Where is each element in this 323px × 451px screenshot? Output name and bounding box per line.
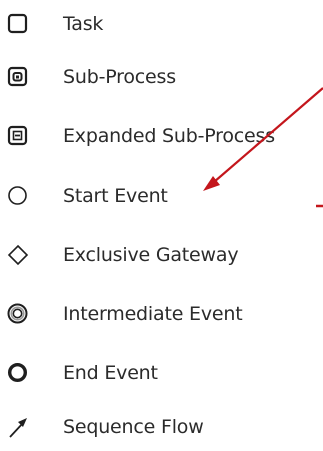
start-event-icon bbox=[4, 182, 32, 210]
menu-item-end-event[interactable]: End Event bbox=[0, 349, 323, 397]
exclusive-gateway-icon bbox=[4, 241, 32, 269]
menu-item-start-event[interactable]: Start Event bbox=[0, 172, 323, 220]
bpmn-element-menu: Task Sub-Process Expanded Sub-Process St… bbox=[0, 0, 323, 448]
menu-item-sub-process[interactable]: Sub-Process bbox=[0, 53, 323, 101]
task-icon bbox=[4, 10, 32, 38]
expanded-sub-process-icon bbox=[4, 122, 32, 150]
menu-item-label: Intermediate Event bbox=[63, 303, 243, 325]
menu-item-task[interactable]: Task bbox=[0, 0, 323, 48]
menu-item-intermediate-event[interactable]: Intermediate Event bbox=[0, 290, 323, 338]
end-event-icon bbox=[4, 359, 32, 387]
menu-item-label: Start Event bbox=[63, 185, 168, 207]
menu-item-label: Expanded Sub-Process bbox=[63, 125, 275, 147]
menu-item-label: Task bbox=[63, 13, 104, 35]
menu-item-expanded-sub-process[interactable]: Expanded Sub-Process bbox=[0, 112, 323, 160]
menu-item-exclusive-gateway[interactable]: Exclusive Gateway bbox=[0, 231, 323, 279]
sequence-flow-icon bbox=[4, 413, 32, 441]
menu-item-sequence-flow[interactable]: Sequence Flow bbox=[0, 403, 323, 451]
intermediate-event-icon bbox=[4, 300, 32, 328]
menu-item-label: Sequence Flow bbox=[63, 416, 204, 438]
menu-item-label: End Event bbox=[63, 362, 158, 384]
sub-process-icon bbox=[4, 63, 32, 91]
menu-item-label: Exclusive Gateway bbox=[63, 244, 239, 266]
menu-item-label: Sub-Process bbox=[63, 66, 176, 88]
